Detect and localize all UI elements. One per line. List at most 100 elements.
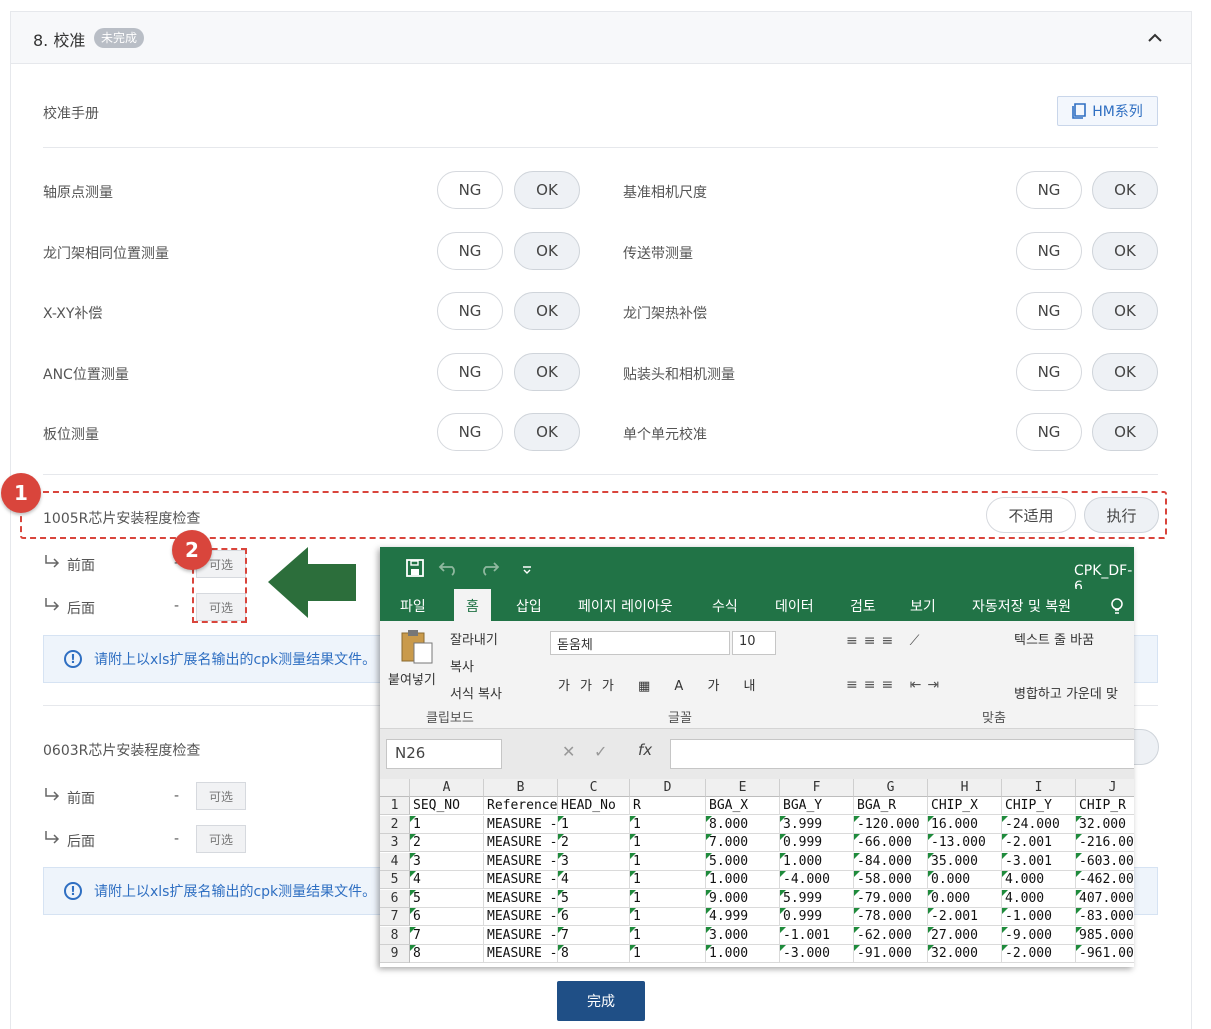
grid-cell[interactable]: MEASURE - [484, 908, 558, 926]
column-header[interactable]: C [558, 779, 630, 797]
ok-button[interactable]: OK [1092, 292, 1158, 330]
cut-label[interactable]: 잘라내기 [450, 629, 498, 648]
grid-cell[interactable]: 985.000 [1076, 926, 1134, 945]
column-header[interactable]: A [410, 779, 484, 797]
column-header[interactable]: I [1002, 779, 1076, 797]
grid-cell[interactable]: -2.001 [1002, 834, 1076, 852]
column-header[interactable]: E [706, 779, 780, 797]
grid-cell[interactable]: 4 [410, 871, 484, 889]
tab-file[interactable]: 파일 [400, 596, 426, 616]
ng-button[interactable]: NG [437, 292, 503, 330]
ng-button[interactable]: NG [1016, 413, 1082, 451]
optional-tag[interactable]: 可选 [196, 825, 246, 853]
grid-cell[interactable]: 5 [410, 889, 484, 908]
grid-cell[interactable]: MEASURE - [484, 945, 558, 963]
grid-cell[interactable]: BGA_R [854, 797, 928, 815]
ok-button[interactable]: OK [514, 292, 580, 330]
ng-button[interactable]: NG [437, 353, 503, 391]
grid-cell[interactable]: -66.000 [854, 834, 928, 852]
row-header[interactable]: 2 [380, 815, 410, 834]
ok-button[interactable]: OK [1092, 413, 1158, 451]
row-header[interactable]: 4 [380, 852, 410, 871]
grid-cell[interactable]: 4.000 [1002, 871, 1076, 889]
name-box[interactable]: N26 [386, 739, 502, 769]
ng-button[interactable]: NG [1016, 353, 1082, 391]
grid-cell[interactable]: 6 [410, 908, 484, 926]
ng-button[interactable]: NG [437, 413, 503, 451]
grid-cell[interactable]: -1.001 [780, 926, 854, 945]
grid-cell[interactable]: 0.000 [928, 889, 1002, 908]
grid-cell[interactable]: -3.001 [1002, 852, 1076, 871]
font-name-select[interactable]: 돋움체 [550, 631, 730, 655]
ng-button[interactable]: NG [1016, 232, 1082, 270]
grid-cell[interactable]: 1 [630, 908, 706, 926]
execute-button[interactable]: 执行 [1084, 497, 1159, 533]
copy-label[interactable]: 복사 [450, 656, 474, 675]
grid-cell[interactable]: -216.00 [1076, 834, 1134, 852]
ok-button[interactable]: OK [1092, 353, 1158, 391]
tab-home[interactable]: 홈 [454, 589, 491, 621]
grid-cell[interactable]: 2 [558, 834, 630, 852]
grid-cell[interactable]: 4.000 [1002, 889, 1076, 908]
merge-center-label[interactable]: 병합하고 가운데 맞 [1014, 683, 1118, 702]
paste-icon[interactable] [400, 629, 434, 665]
column-header[interactable]: D [630, 779, 706, 797]
grid-cell[interactable]: -78.000 [854, 908, 928, 926]
grid-cell[interactable]: 3.999 [780, 815, 854, 834]
row-header[interactable]: 9 [380, 945, 410, 963]
tab-insert[interactable]: 삽입 [516, 596, 542, 616]
not-applicable-button[interactable]: 不适用 [986, 497, 1076, 533]
row-header[interactable]: 5 [380, 871, 410, 889]
grid-cell[interactable]: 7.000 [706, 834, 780, 852]
ok-button[interactable]: OK [1092, 232, 1158, 270]
grid-cell[interactable]: -24.000 [1002, 815, 1076, 834]
grid-cell[interactable]: 1 [630, 889, 706, 908]
row-header[interactable]: 7 [380, 908, 410, 926]
grid-cell[interactable]: -62.000 [854, 926, 928, 945]
grid-cell[interactable]: MEASURE - [484, 815, 558, 834]
grid-cell[interactable]: 4 [558, 871, 630, 889]
format-copy-label[interactable]: 서식 복사 [450, 683, 502, 702]
hm-series-button[interactable]: HM系列 [1057, 96, 1158, 126]
grid-cell[interactable]: -1.000 [1002, 908, 1076, 926]
grid-cell[interactable]: -91.000 [854, 945, 928, 963]
grid-cell[interactable]: MEASURE - [484, 871, 558, 889]
grid-cell[interactable]: MEASURE - [484, 852, 558, 871]
font-size-select[interactable]: 10 [732, 631, 776, 655]
save-icon[interactable] [406, 559, 424, 577]
grid-cell[interactable]: 3.000 [706, 926, 780, 945]
grid-cell[interactable]: 1 [630, 834, 706, 852]
ng-button[interactable]: NG [1016, 171, 1082, 209]
grid-cell[interactable]: HEAD_No [558, 797, 630, 815]
grid-cell[interactable]: Reference [484, 797, 558, 815]
grid-cell[interactable]: 1 [630, 945, 706, 963]
grid-cell[interactable]: -84.000 [854, 852, 928, 871]
grid-cell[interactable]: 4.999 [706, 908, 780, 926]
ok-button[interactable]: OK [514, 232, 580, 270]
function-icon[interactable]: fx [638, 741, 652, 759]
grid-cell[interactable]: -2.001 [928, 908, 1002, 926]
grid-cell[interactable]: 32.000 [1076, 815, 1134, 834]
grid-cell[interactable]: 2 [410, 834, 484, 852]
column-header[interactable]: G [854, 779, 928, 797]
ng-button[interactable]: NG [1016, 292, 1082, 330]
grid-cell[interactable]: CHIP_X [928, 797, 1002, 815]
grid-cell[interactable]: MEASURE - [484, 834, 558, 852]
column-header[interactable]: F [780, 779, 854, 797]
grid-cell[interactable]: MEASURE - [484, 889, 558, 908]
ok-button[interactable]: OK [514, 171, 580, 209]
lightbulb-icon[interactable] [1110, 597, 1124, 615]
grid-cell[interactable]: -3.000 [780, 945, 854, 963]
grid-cell[interactable]: 5.999 [780, 889, 854, 908]
grid-cell[interactable]: CHIP_R [1076, 797, 1134, 815]
column-header[interactable]: J [1076, 779, 1134, 797]
grid-cell[interactable]: 7 [558, 926, 630, 945]
grid-cell[interactable]: 35.000 [928, 852, 1002, 871]
grid-cell[interactable]: 8.000 [706, 815, 780, 834]
chevron-up-icon[interactable] [1145, 28, 1165, 48]
grid-cell[interactable]: 0.000 [928, 871, 1002, 889]
grid-cell[interactable]: 32.000 [928, 945, 1002, 963]
tab-page-layout[interactable]: 페이지 레이아웃 [578, 596, 673, 616]
grid-cell[interactable]: 16.000 [928, 815, 1002, 834]
grid-cell[interactable]: 1 [558, 815, 630, 834]
